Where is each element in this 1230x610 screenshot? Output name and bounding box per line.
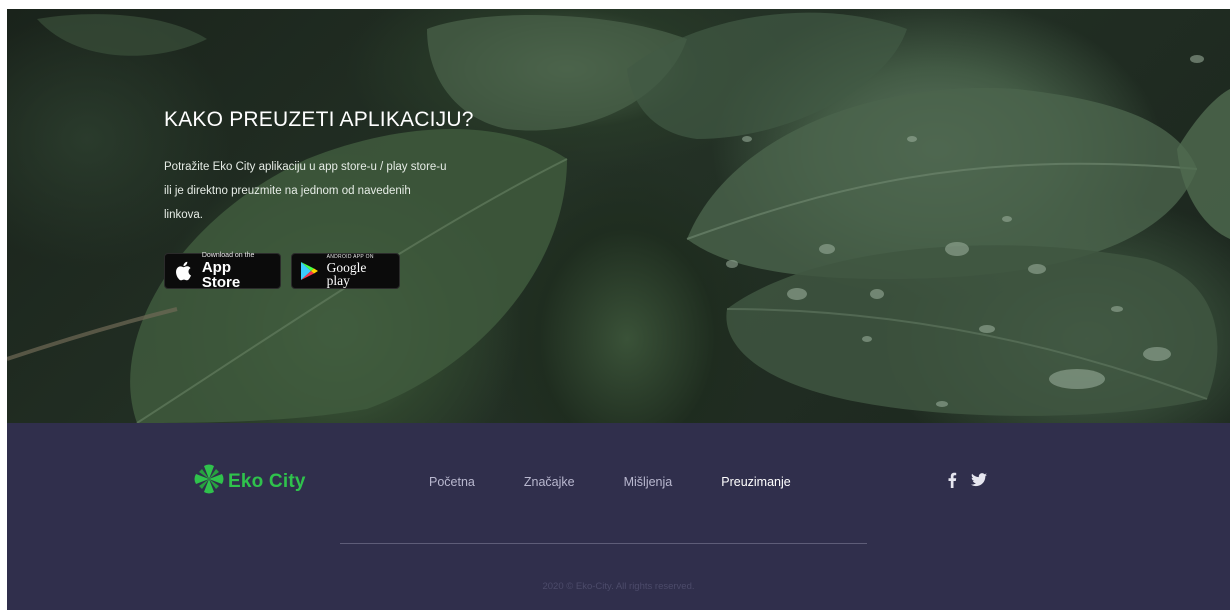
google-play-button[interactable]: ANDROID APP ON Google play [291,253,400,289]
twitter-icon[interactable] [971,473,987,492]
app-store-label: App Store [201,259,241,291]
hero-title: KAKO PREUZETI APLIKACIJU? [164,108,474,131]
app-store-button[interactable]: Download on the App Store [164,252,281,291]
app-store-small-label: Download on the [201,252,255,259]
hero-description: Potražite Eko City aplikaciju u app stor… [164,161,447,221]
hero-content: KAKO PREUZETI APLIKACIJU? Potražite Eko … [164,107,474,227]
social-links [947,472,987,493]
nav-pocetna[interactable]: Početna [429,475,475,489]
store-buttons: Download on the App Store ANDROID APP ON… [164,252,400,291]
facebook-icon[interactable] [947,472,957,493]
apple-icon [173,259,196,283]
logo-text: Eko City [228,470,306,492]
logo[interactable]: Eko City [194,464,306,499]
site-footer: Eko City Početna Značajke Mišljenja Preu… [7,423,1230,610]
download-hero: KAKO PREUZETI APLIKACIJU? Potražite Eko … [7,9,1230,423]
nav-misljenja[interactable]: Mišljenja [624,475,673,489]
google-play-small-label: ANDROID APP ON [326,253,374,260]
leaf-flower-icon [194,464,224,499]
footer-nav: Početna Značajke Mišljenja Preuzimanje [429,475,840,489]
copyright-text: 2020 © Eko-City. All rights reserved. [542,581,695,592]
footer-divider [340,543,867,544]
page-frame: KAKO PREUZETI APLIKACIJU? Potražite Eko … [7,9,1230,610]
nav-preuzimanje[interactable]: Preuzimanje [721,475,790,489]
google-play-label: Google play [326,259,367,288]
google-play-icon [298,259,321,283]
nav-znacajke[interactable]: Značajke [524,475,575,489]
